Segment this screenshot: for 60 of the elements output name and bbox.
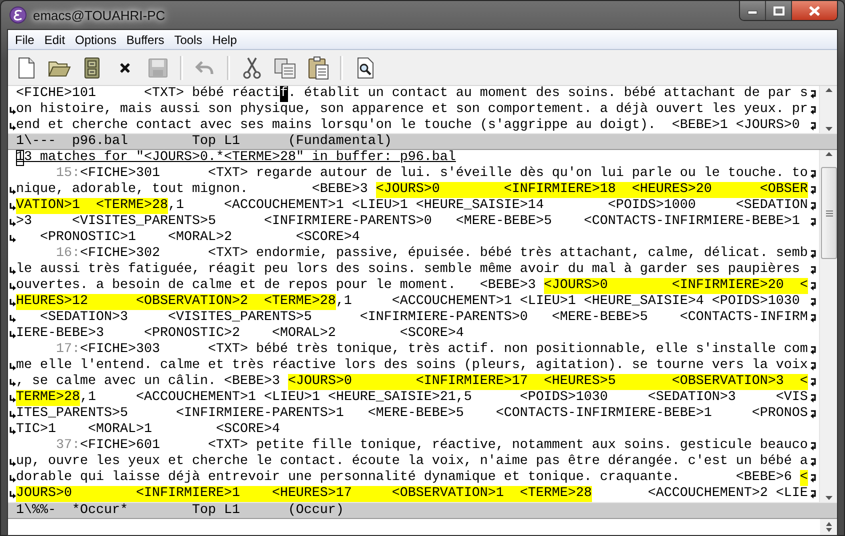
buffer-text: , se calme avec un câlin. <BEBE>3 [16,374,281,390]
buffer-text: <FICHE>601 <TXT> petite fille tonique, réactive, notamment aux soins. gesticule beauco [80,438,808,454]
clipboard-icon [306,56,330,80]
buffer-text: TIC>1 <MORAL>1 <SCORE>4 [16,422,280,438]
menu-item[interactable]: Edit [39,32,70,46]
scrollbar[interactable] [819,150,837,502]
buffer-text: <FICHE>301 <TXT> regarde autour de lui. s'éveille dès qu'on lui parle ou le touche. to [80,166,808,182]
scrollbar[interactable] [820,519,837,535]
buffer-text: <SEDATION>3 <VISITES_PARENTS>5 <INFIRMIERE-PARENTS>0 <MERE-BEBE>5 <CONTACTS-INFIRM [38,310,808,326]
menu-item[interactable]: Tools [169,32,208,46]
search-match: HEURES>12 <OBSERVATION>2 <TERME>28 [16,294,336,310]
occur-header: 3 matches for "<JOURS>0.*<TERME>28" in buffer: p96.bal [24,150,456,166]
line-number: 17: [54,342,80,358]
minimize-button[interactable] [740,1,766,20]
buffer-text: up, ouvre les yeux et cherche le contact. écoute la voix, n'aime pas être dérangée. c'est un bébé a [16,454,808,470]
buffer-text: <FICHE>303 <TXT> bébé très tonique, très actif. non positionnable, elle s'installe com [80,342,808,358]
scrollbar[interactable] [819,86,837,133]
text-cursor: f [280,86,288,102]
search-match: VATION>1 <TERME>28 [16,198,168,214]
search-match: JOURS>0 <INFIRMIERE>1 <HEURES>17 <OBSERVATION>1 <TERME>28 [16,486,592,502]
line-number: 37: [54,438,80,454]
app-icon [9,6,27,24]
buffer-text: ouvertes. a besoin de calme et de repos pour le moment. <BEBE>3 [16,278,537,294]
buffer-text: me elle l'entend. calme et très réactive lors des soins (pleurs, agitation). se tourne vers la voix [16,358,808,374]
search-match: <JOURS>0 <INFIRMIERE>18 <HEURES>20 <OBSER [376,182,808,198]
text-cursor: 1 [16,150,24,166]
maximize-icon [772,6,784,16]
buffer-text: IERE-BEBE>3 <PRONOSTIC>2 <MORAL>2 <SCORE>4 [16,326,464,342]
menu-item[interactable]: Options [70,32,122,46]
buffer-text: . établit un contact au moment des soins. bébé attachant de par s [288,86,808,102]
buffer-text: on histoire, mais aussi son physique, son apparence et son comportement. a déjà ouvert les yeux. pr [16,102,808,118]
buffer-text: <FICHE>302 <TXT> endormie, passive, épuisée. bébé très attachant, calme, délicat. semb [80,246,808,262]
buffer-text: ,1 <ACCOUCHEMENT>1 <LIEU>1 <HEURE_SAISIE>14 <POIDS>1000 <SEDATION [168,198,808,214]
grip-icon [826,210,832,216]
buffer-text: >3 <VISITES_PARENTS>5 <INFIRMIERE-PARENTS>0 <MERE-BEBE>5 <CONTACTS-INFIRMIERE-BEBE>1 [16,214,800,230]
scrollbar-thumb[interactable] [821,167,837,259]
menu-item[interactable]: File [10,32,40,46]
buffer-text: dorable qui laisse déjà entrevoir une personnalité dynamique et tonique. craquante. <BEBE>6 [16,470,793,486]
close-icon [808,4,821,16]
line-number: 15: [54,166,80,182]
maximize-button[interactable] [766,1,792,20]
copy-icon [273,56,297,80]
search-match: TERME>28 [16,390,80,406]
close-button[interactable] [792,1,837,20]
buffer-text: le aussi très fatiguée, réagit peu lors des soins. semble même avoir du mal à garder ses paupières [16,262,800,278]
buffer-text: nique, adorable, tout mignon. <BEBE>3 [16,182,369,198]
search-match: <JOURS>0 <INFIRMIERE>17 <HEURES>5 <OBSERVATION>3 < [288,374,808,390]
search-match: <JOURS>0 <INFIRMIERE>20 < [544,278,808,294]
buffer-text: ,1 <ACCOUCHEMENT>1 <LIEU>1 <HEURE_SAISIE>21,5 <POIDS>1030 <SEDATION>3 <VIS [80,390,808,406]
line-number: 16: [54,246,80,262]
search-match: < [800,470,808,486]
menu-item[interactable]: Buffers [121,32,170,46]
window-title: emacs@TOUAHRI-PC [33,8,166,23]
buffer-text: end et cherche contact avec ses mains lorsqu'on le touche (s'aggrippe au doigt). <BEBE>1 <JOURS>0 [16,118,800,133]
buffer-text: ,1 <ACCOUCHEMENT>1 <LIEU>1 <HEURE_SAISIE>4 <POIDS>1030 [336,294,800,310]
buffer-text: <PRONOSTIC>1 <MORAL>2 <SCORE>4 [38,230,360,246]
buffer-text: <FICHE>101 <TXT> bébé réacti [16,86,280,102]
buffer-text: <ACCOUCHEMENT>2 <LIE [646,486,808,502]
buffer-text: ITES_PARENTS>5 <INFIRMIERE-PARENTS>1 <MERE-BEBE>5 <CONTACTS-INFIRMIERE-BEBE>1 <PRONOS [16,406,808,422]
menu-item[interactable]: Help [207,32,242,46]
